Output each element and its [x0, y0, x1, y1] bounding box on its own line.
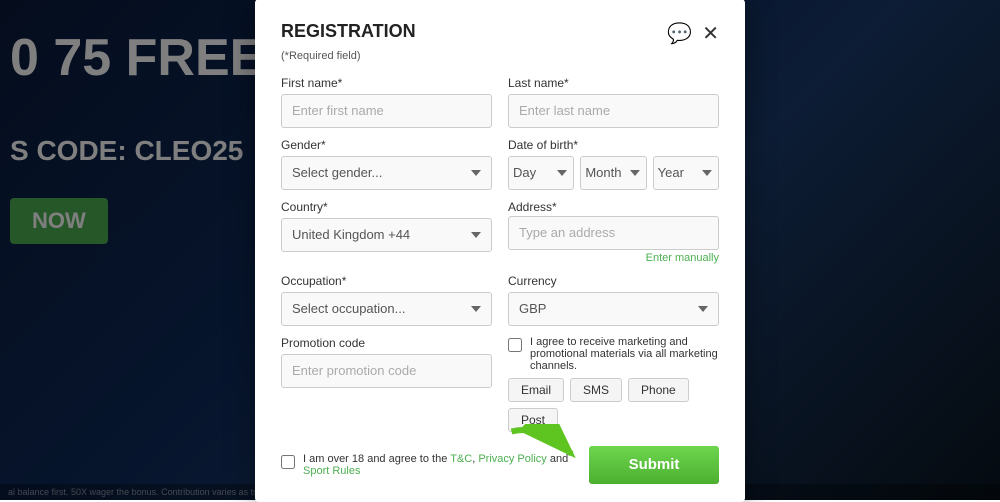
last-name-input[interactable]	[508, 94, 719, 128]
sms-button[interactable]: SMS	[570, 378, 622, 402]
dob-day-select[interactable]: Day	[508, 156, 574, 190]
dob-selects: Day Month Year	[508, 156, 719, 190]
gender-label: Gender*	[281, 138, 492, 152]
modal-icons: 💬 ✕	[667, 21, 719, 46]
footer-row: I am over 18 and agree to the T&C, Priva…	[281, 446, 719, 484]
address-group: Address* Enter manually	[508, 200, 719, 264]
marketing-text: I agree to receive marketing and promoti…	[530, 336, 719, 372]
last-name-group: Last name*	[508, 76, 719, 128]
modal-title: REGISTRATION	[281, 21, 416, 42]
promotion-group: Promotion code	[281, 336, 492, 432]
country-select[interactable]: United Kingdom +44	[281, 218, 492, 252]
currency-label: Currency	[508, 274, 719, 288]
modal-overlay: REGISTRATION 💬 ✕ (*Required field) First…	[0, 0, 1000, 500]
submit-button[interactable]: Submit	[589, 446, 719, 484]
promo-label: Promotion code	[281, 336, 492, 350]
occupation-select[interactable]: Select occupation...	[281, 292, 492, 326]
occupation-group: Occupation* Select occupation...	[281, 274, 492, 326]
form-grid: First name* Last name* Gender* Select ge…	[281, 76, 719, 326]
promo-input[interactable]	[281, 354, 492, 388]
first-name-label: First name*	[281, 76, 492, 90]
dob-month-select[interactable]: Month	[580, 156, 646, 190]
dob-year-select[interactable]: Year	[653, 156, 719, 190]
chat-icon[interactable]: 💬	[667, 21, 692, 46]
phone-button[interactable]: Phone	[628, 378, 689, 402]
last-name-label: Last name*	[508, 76, 719, 90]
enter-manually-link[interactable]: Enter manually	[508, 252, 719, 264]
email-button[interactable]: Email	[508, 378, 564, 402]
occupation-label: Occupation*	[281, 274, 492, 288]
sport-rules-link[interactable]: Sport Rules	[303, 465, 360, 477]
first-name-input[interactable]	[281, 94, 492, 128]
bottom-section: Promotion code I agree to receive market…	[281, 336, 719, 432]
address-label: Address*	[508, 200, 719, 214]
arrow-icon	[499, 424, 599, 484]
address-input[interactable]	[508, 216, 719, 250]
dob-label: Date of birth*	[508, 138, 719, 152]
currency-select[interactable]: GBP	[508, 292, 719, 326]
age-agree-checkbox[interactable]	[281, 455, 295, 469]
country-group: Country* United Kingdom +44	[281, 200, 492, 264]
marketing-check-row: I agree to receive marketing and promoti…	[508, 336, 719, 372]
modal-header: REGISTRATION 💬 ✕	[281, 21, 719, 46]
gender-group: Gender* Select gender... Male Female Oth…	[281, 138, 492, 190]
gender-select[interactable]: Select gender... Male Female Other	[281, 156, 492, 190]
close-icon[interactable]: ✕	[702, 21, 719, 46]
tc-link[interactable]: T&C	[450, 453, 472, 465]
marketing-section: I agree to receive marketing and promoti…	[508, 336, 719, 432]
first-name-group: First name*	[281, 76, 492, 128]
country-label: Country*	[281, 200, 492, 214]
registration-modal: REGISTRATION 💬 ✕ (*Required field) First…	[255, 0, 745, 502]
arrow-area: Submit	[589, 446, 719, 484]
marketing-checkbox[interactable]	[508, 338, 522, 352]
currency-group: Currency GBP	[508, 274, 719, 326]
dob-group: Date of birth* Day Month Year	[508, 138, 719, 190]
required-note: (*Required field)	[281, 50, 719, 62]
